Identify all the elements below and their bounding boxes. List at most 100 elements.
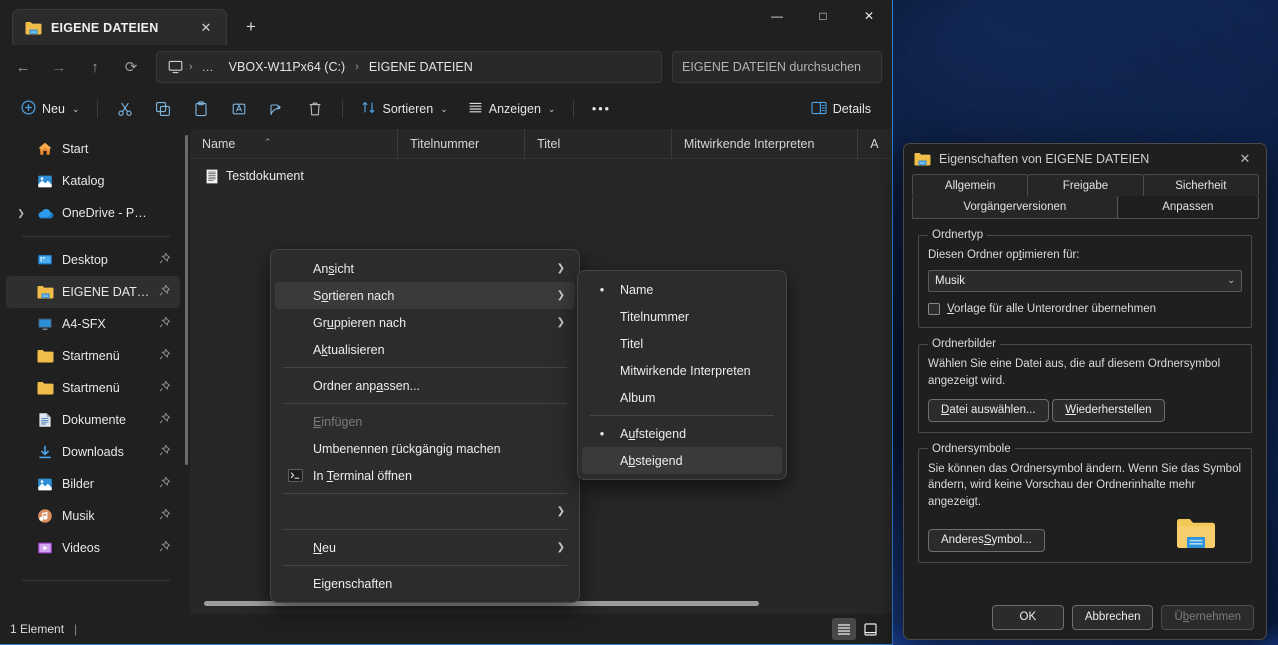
sidebar-item-eigene-dateien[interactable]: EIGENE DATEIEN (6, 276, 180, 308)
minimize-button[interactable]: — (754, 0, 800, 32)
breadcrumb-folder[interactable]: EIGENE DATEIEN (363, 58, 479, 76)
breadcrumb-drive[interactable]: VBOX-W11Px64 (C:) (223, 58, 351, 76)
menu-item-umbenennen-rueckgaengig[interactable]: Umbenennen rückgängig machen (275, 435, 575, 462)
menu-item-sortieren-nach[interactable]: Sortieren nach ❯ (275, 282, 575, 309)
large-icons-view-icon[interactable] (858, 618, 882, 640)
submenu-item-titelnummer[interactable]: Titelnummer (582, 303, 782, 330)
sidebar-item-desktop[interactable]: Desktop (6, 244, 180, 276)
sidebar-item-musik[interactable]: Musik (6, 500, 180, 532)
sidebar-item-bilder[interactable]: Bilder (6, 468, 180, 500)
up-button[interactable]: ↑ (78, 51, 112, 83)
tab-freigabe[interactable]: Freigabe (1027, 174, 1144, 196)
tab-close-icon[interactable]: ✕ (194, 16, 218, 40)
tab-eigene-dateien[interactable]: EIGENE DATEIEN ✕ (12, 9, 227, 45)
column-header-name[interactable]: ⌃ Name (190, 128, 399, 159)
pin-icon[interactable] (158, 348, 174, 364)
submenu-item-titel[interactable]: Titel (582, 330, 782, 357)
sidebar-item-downloads[interactable]: Downloads (6, 436, 180, 468)
sort-button[interactable]: Sortieren ⌄ (352, 94, 456, 124)
pin-icon[interactable] (158, 444, 174, 460)
submenu-item-absteigend[interactable]: Absteigend (582, 447, 782, 474)
sidebar-item-videos[interactable]: Videos (6, 532, 180, 564)
sidebar-item-startmenu-1[interactable]: Startmenü (6, 340, 180, 372)
apply-to-subfolders-row[interactable]: Vorlage für alle Unterordner übernehmen (928, 301, 1242, 318)
cut-button[interactable] (107, 94, 143, 124)
rename-button[interactable] (221, 94, 257, 124)
menu-item-ansicht[interactable]: Ansicht ❯ (275, 255, 575, 282)
sidebar-item-dokumente[interactable]: Dokumente (6, 404, 180, 436)
new-button[interactable]: Neu ⌄ (12, 94, 88, 124)
tab-title: EIGENE DATEIEN (51, 20, 159, 35)
folder-type-select[interactable]: Musik ⌄ (928, 269, 1242, 292)
menu-item-ordner-anpassen[interactable]: Ordner anpassen... (275, 372, 575, 399)
pin-icon[interactable] (158, 380, 174, 396)
copy-button[interactable] (145, 94, 181, 124)
back-button[interactable]: ← (6, 51, 40, 83)
address-bar[interactable]: › … VBOX-W11Px64 (C:) › EIGENE DATEIEN (156, 51, 662, 83)
menu-item-zugriff-gewaehren-auf[interactable]: ❯ (275, 498, 575, 525)
menu-item-neu[interactable]: Neu ❯ (275, 534, 575, 561)
delete-button[interactable] (297, 94, 333, 124)
tab-allgemein[interactable]: Allgemein (912, 174, 1029, 196)
menu-item-eigenschaften[interactable]: Eigenschaften (275, 570, 575, 597)
pin-icon[interactable] (158, 476, 174, 492)
maximize-button[interactable]: □ (800, 0, 846, 32)
close-button[interactable]: ✕ (846, 0, 892, 32)
restore-button[interactable]: Wiederherstellen (1052, 398, 1165, 422)
pin-icon[interactable] (158, 412, 174, 428)
column-header-mitwirkende-interpreten[interactable]: Mitwirkende Interpreten (672, 128, 859, 159)
sidebar-item-a4-sfx[interactable]: A4-SFX (6, 308, 180, 340)
cancel-button[interactable]: Abbrechen (1071, 604, 1154, 630)
menu-item-einfuegen: Einfügen (275, 408, 575, 435)
forward-button[interactable]: → (42, 51, 76, 83)
sidebar-item-startmenu-2[interactable]: Startmenü (6, 372, 180, 404)
menu-item-aktualisieren[interactable]: Aktualisieren (275, 336, 575, 363)
sidebar-item-onedrive[interactable]: ❯ OneDrive - Personal (6, 197, 180, 229)
overflow-menu-button[interactable]: ••• (583, 94, 619, 124)
new-tab-button[interactable]: + (235, 11, 267, 43)
choose-file-button[interactable]: Datei auswählen... (928, 398, 1049, 422)
dialog-tab-row-1: Allgemein Freigabe Sicherheit (912, 174, 1259, 196)
pin-icon[interactable] (158, 316, 174, 332)
submenu-item-name[interactable]: Name (582, 276, 782, 303)
refresh-button[interactable]: ⟳ (114, 51, 148, 83)
submenu-item-album[interactable]: Album (582, 384, 782, 411)
share-button[interactable] (259, 94, 295, 124)
sidebar-item-label: Katalog (62, 174, 105, 188)
submenu-item-mitwirkende-interpreten[interactable]: Mitwirkende Interpreten (582, 357, 782, 384)
change-icon-button[interactable]: Anderes Symbol... (928, 528, 1045, 552)
column-header-album[interactable]: A (858, 129, 892, 159)
sidebar-item-label: Start (62, 142, 89, 156)
this-pc-icon[interactable] (165, 60, 185, 74)
sidebar-item-katalog[interactable]: Katalog (6, 165, 180, 197)
tab-sicherheit[interactable]: Sicherheit (1142, 174, 1259, 196)
pin-icon[interactable] (158, 540, 174, 556)
pin-icon[interactable] (158, 252, 174, 268)
pin-icon[interactable] (158, 284, 174, 300)
menu-item-gruppieren-nach[interactable]: Gruppieren nach ❯ (275, 309, 575, 336)
breadcrumb-overflow[interactable]: … (197, 60, 220, 74)
view-button[interactable]: Anzeigen ⌄ (459, 94, 565, 124)
dialog-close-icon[interactable]: ✕ (1228, 145, 1262, 173)
sidebar-item-start[interactable]: Start (6, 133, 180, 165)
sort-icon (361, 100, 376, 118)
table-row[interactable]: Testdokument (196, 163, 886, 189)
details-view-icon[interactable] (832, 618, 856, 640)
pin-icon[interactable] (158, 508, 174, 524)
sidebar-scrollbar[interactable] (185, 135, 188, 465)
sort-submenu: Name Titelnummer Titel Mitwirkende Inter… (577, 270, 787, 480)
search-input[interactable]: EIGENE DATEIEN durchsuchen (672, 51, 882, 83)
chevron-down-icon: ⌄ (1227, 275, 1235, 286)
tab-anpassen[interactable]: Anpassen (1116, 196, 1259, 218)
details-pane-button[interactable]: Details (802, 94, 880, 124)
column-header-titelnummer[interactable]: Titelnummer (398, 128, 526, 159)
apply-to-subfolders-checkbox[interactable] (928, 303, 940, 315)
tab-vorgaengerversionen[interactable]: Vorgängerversionen (912, 196, 1118, 218)
group-ordnerbilder: Ordnerbilder Wählen Sie eine Datei aus, … (918, 338, 1252, 433)
ok-button[interactable]: OK (991, 604, 1064, 630)
column-header-titel[interactable]: Titel (525, 128, 672, 159)
chevron-right-icon[interactable]: ❯ (14, 208, 28, 219)
menu-item-in-terminal-oeffnen[interactable]: In Terminal öffnen (275, 462, 575, 489)
paste-button[interactable] (183, 94, 219, 124)
submenu-item-aufsteigend[interactable]: Aufsteigend (582, 420, 782, 447)
